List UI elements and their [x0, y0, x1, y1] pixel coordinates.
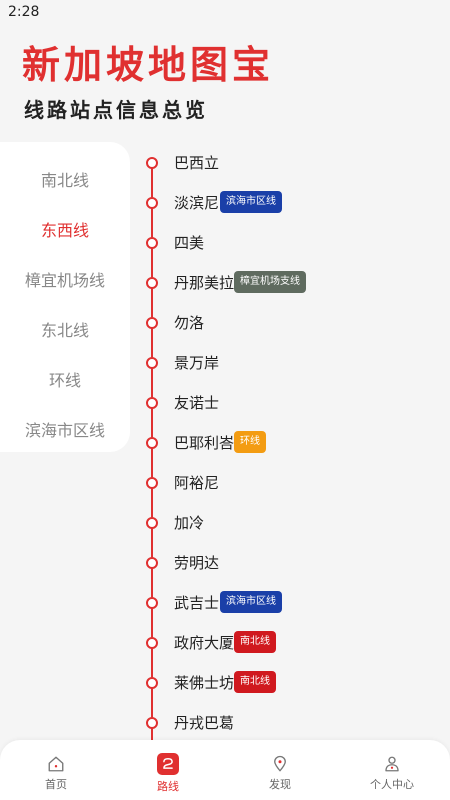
station-item[interactable]: 淡滨尼 滨海市区线 [130, 182, 450, 222]
line-menu-item-downtown[interactable]: 滨海市区线 [0, 404, 130, 454]
transfer-badge: 滨海市区线 [220, 191, 282, 213]
status-bar: 2:28 [0, 0, 450, 24]
line-menu-item-east-west[interactable]: 东西线 [0, 204, 130, 254]
nav-label: 路线 [157, 780, 179, 793]
nav-item-route[interactable]: 路线 [112, 740, 224, 800]
station-name: 莱佛士坊 [174, 674, 235, 692]
station-dot-icon [146, 317, 158, 329]
transfer-badge: 南北线 [234, 671, 276, 693]
station-dot-icon [146, 637, 158, 649]
line-menu: 南北线 东西线 樟宜机场线 东北线 环线 滨海市区线 [0, 142, 130, 452]
nav-label: 个人中心 [370, 778, 414, 791]
app-subtitle: 线路站点信息总览 [24, 98, 208, 122]
station-name: 丹那美拉 [174, 274, 235, 292]
station-name: 阿裕尼 [174, 474, 220, 492]
home-icon [48, 756, 64, 772]
location-pin-icon [274, 755, 286, 772]
station-dot-icon [146, 517, 158, 529]
station-dot-icon [146, 357, 158, 369]
app-title: 新加坡地图宝 [22, 43, 275, 87]
nav-label: 发现 [269, 778, 291, 791]
transfer-badge: 樟宜机场支线 [234, 271, 306, 293]
nav-label: 首页 [45, 778, 67, 791]
station-item[interactable]: 莱佛士坊 南北线 [130, 662, 450, 702]
route-icon [157, 753, 179, 775]
station-item[interactable]: 劳明达 [130, 542, 450, 582]
station-item[interactable]: 政府大厦 南北线 [130, 622, 450, 662]
station-item[interactable]: 勿洛 [130, 302, 450, 342]
transfer-badge: 南北线 [234, 631, 276, 653]
nav-item-profile[interactable]: 个人中心 [336, 740, 448, 800]
station-name: 劳明达 [174, 554, 220, 572]
station-item[interactable]: 丹那美拉 樟宜机场支线 [130, 262, 450, 302]
station-item[interactable]: 加冷 [130, 502, 450, 542]
station-name: 武吉士 [174, 594, 220, 612]
nav-item-home[interactable]: 首页 [0, 740, 112, 800]
station-item[interactable]: 武吉士 滨海市区线 [130, 582, 450, 622]
line-menu-label: 东西线 [40, 221, 89, 240]
line-menu-label: 南北线 [40, 171, 89, 190]
station-dot-icon [146, 437, 158, 449]
station-dot-icon [146, 557, 158, 569]
line-menu-label: 樟宜机场线 [24, 271, 105, 290]
transfer-badge: 环线 [234, 431, 266, 453]
line-menu-item-north-south[interactable]: 南北线 [0, 154, 130, 204]
station-dot-icon [146, 717, 158, 729]
station-dot-icon [146, 597, 158, 609]
user-icon [385, 756, 399, 772]
line-menu-label: 环线 [48, 371, 81, 390]
station-dot-icon [146, 237, 158, 249]
station-name: 景万岸 [174, 354, 220, 372]
bottom-nav: 首页 路线 发现 个人中心 [0, 740, 450, 800]
station-item[interactable]: 友诺士 [130, 382, 450, 422]
station-dot-icon [146, 477, 158, 489]
station-name: 巴耶利峇 [174, 434, 235, 452]
station-item[interactable]: 巴西立 [130, 142, 450, 182]
line-menu-label: 东北线 [40, 321, 89, 340]
station-item[interactable]: 巴耶利峇 环线 [130, 422, 450, 462]
station-item[interactable]: 四美 [130, 222, 450, 262]
station-item[interactable]: 阿裕尼 [130, 462, 450, 502]
station-name: 巴西立 [174, 154, 220, 172]
station-name: 友诺士 [174, 394, 220, 412]
station-dot-icon [146, 277, 158, 289]
station-name: 加冷 [174, 514, 205, 532]
station-dot-icon [146, 397, 158, 409]
station-dot-icon [146, 157, 158, 169]
station-item[interactable]: 丹戎巴葛 [130, 702, 450, 740]
line-menu-label: 滨海市区线 [24, 421, 105, 440]
station-list[interactable]: 巴西立 淡滨尼 滨海市区线 四美 丹那美拉 樟宜机场支线 勿洛 景万岸 友诺士 … [130, 142, 450, 740]
station-dot-icon [146, 197, 158, 209]
station-name: 淡滨尼 [174, 194, 220, 212]
station-item[interactable]: 景万岸 [130, 342, 450, 382]
station-name: 勿洛 [174, 314, 205, 332]
station-name: 四美 [174, 234, 205, 252]
line-menu-item-circle[interactable]: 环线 [0, 354, 130, 404]
station-dot-icon [146, 677, 158, 689]
transfer-badge: 滨海市区线 [220, 591, 282, 613]
status-time: 2:28 [8, 4, 40, 20]
station-name: 丹戎巴葛 [174, 714, 235, 732]
nav-item-discover[interactable]: 发现 [224, 740, 336, 800]
line-menu-item-changi-airport[interactable]: 樟宜机场线 [0, 254, 130, 304]
line-menu-item-north-east[interactable]: 东北线 [0, 304, 130, 354]
station-name: 政府大厦 [174, 634, 235, 652]
